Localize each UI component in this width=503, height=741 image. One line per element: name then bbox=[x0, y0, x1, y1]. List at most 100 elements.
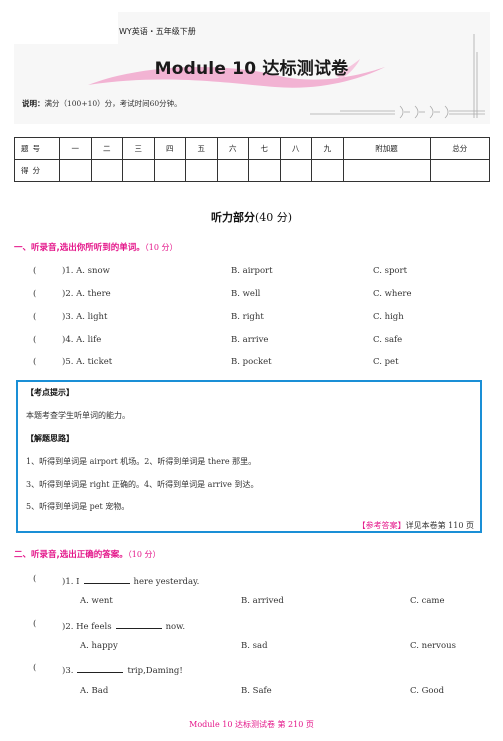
answer-reference-label: 【参考答案】 bbox=[357, 521, 406, 530]
instructions-label: 说明： bbox=[22, 99, 45, 108]
tip-solution-line: 3、听得到单词是 right 正确的。4、听得到单词是 arrive 到达。 bbox=[26, 480, 259, 489]
question-stem: )2. He feels now. bbox=[62, 619, 185, 632]
column-header: 二 bbox=[90, 137, 123, 160]
column-header: 六 bbox=[216, 137, 249, 160]
question-option-b: B. Safe bbox=[241, 686, 272, 696]
question-option-c: C. came bbox=[410, 596, 445, 606]
score-table: 题号 一 二 三 四 五 六 七 八 九 附加题 总分 得分 bbox=[14, 137, 491, 182]
row-label-score: 得分 bbox=[14, 159, 60, 182]
question-option-a: )2. A. there bbox=[62, 289, 111, 299]
question-option-b: B. pocket bbox=[231, 357, 272, 367]
question-option-a: )1. A. snow bbox=[62, 266, 110, 276]
column-header: 附加题 bbox=[342, 137, 431, 160]
column-header: 七 bbox=[248, 137, 281, 160]
tip-solution-line: 1、听得到单词是 airport 机场。2、听得到单词是 there 那里。 bbox=[26, 457, 257, 466]
instructions: 说明：满分（100+10）分，考试时间60分钟。 bbox=[22, 98, 182, 109]
list-item: ( )1. A. snow B. airport C. sport bbox=[0, 266, 503, 280]
answer-paren-open[interactable]: ( bbox=[33, 335, 36, 345]
answer-paren-open[interactable]: ( bbox=[33, 574, 36, 584]
answer-paren-open[interactable]: ( bbox=[33, 312, 36, 322]
series-label: WY英语・五年级下册 bbox=[119, 27, 196, 36]
question-option-b: B. sad bbox=[241, 641, 268, 651]
score-cell[interactable] bbox=[216, 159, 249, 182]
question-stem: )1. Ihere yesterday. bbox=[62, 574, 199, 587]
score-cell[interactable] bbox=[90, 159, 123, 182]
list-item: ( )2. He feels now. bbox=[0, 619, 503, 633]
score-cell[interactable] bbox=[185, 159, 218, 182]
list-item: ( )4. A. life B. arrive C. safe bbox=[0, 335, 503, 349]
column-header: 三 bbox=[122, 137, 155, 160]
question-option-c: C. safe bbox=[373, 335, 403, 345]
question-option-c: C. pet bbox=[373, 357, 399, 367]
row-label-question-number: 题号 bbox=[14, 137, 60, 160]
question-option-b: B. arrive bbox=[231, 335, 269, 345]
answer-paren-open[interactable]: ( bbox=[33, 619, 36, 629]
list-item: ( )3. A. light B. right C. high bbox=[0, 312, 503, 326]
answer-paren-open[interactable]: ( bbox=[33, 663, 36, 673]
question-option-b: B. airport bbox=[231, 266, 273, 276]
tip-key-point-text: 本题考查学生听单词的能力。 bbox=[26, 411, 130, 420]
tip-label-key-point: 【考点提示】 bbox=[26, 388, 74, 397]
question-option-c: C. sport bbox=[373, 266, 408, 276]
question-option-a: )5. A. ticket bbox=[62, 357, 113, 367]
corner-line-decoration bbox=[310, 34, 485, 119]
answer-blank[interactable] bbox=[115, 619, 162, 629]
score-cell[interactable] bbox=[279, 159, 312, 182]
question-option-c: C. high bbox=[373, 312, 404, 322]
section-title-text: 听力部分 bbox=[210, 211, 255, 224]
section-title: 听力部分(40 分) bbox=[0, 209, 503, 225]
page-footer: Module 10 达标测试卷 第 210 页 bbox=[189, 720, 314, 729]
answer-reference-text: 详见本卷第 110 页 bbox=[405, 521, 474, 530]
answer-blank[interactable] bbox=[77, 663, 124, 673]
column-header: 四 bbox=[153, 137, 186, 160]
question-option-c: C. where bbox=[373, 289, 412, 299]
column-header: 总分 bbox=[429, 137, 491, 160]
list-item: ( )5. A. ticket B. pocket C. pet bbox=[0, 357, 503, 371]
part2-points: （10 分） bbox=[127, 550, 161, 559]
question-option-a: A. went bbox=[80, 596, 113, 606]
list-item: ( )1. Ihere yesterday. bbox=[0, 574, 503, 588]
tip-solution-line: 5、听得到单词是 pet 宠物。 bbox=[26, 502, 130, 511]
list-item: A. went B. arrived C. came bbox=[0, 596, 503, 610]
question-option-a: A. happy bbox=[80, 641, 118, 651]
question-option-a: )3. A. light bbox=[62, 312, 108, 322]
answer-reference: 【参考答案】详见本卷第 110 页 bbox=[358, 520, 474, 531]
question-option-b: B. arrived bbox=[241, 596, 284, 606]
score-cell[interactable] bbox=[248, 159, 281, 182]
score-cell[interactable] bbox=[59, 159, 92, 182]
answer-paren-open[interactable]: ( bbox=[33, 289, 36, 299]
score-table-header-row: 题号 一 二 三 四 五 六 七 八 九 附加题 总分 bbox=[14, 137, 491, 160]
list-item: ( )3. trip,Daming! bbox=[0, 663, 503, 677]
tip-label-solution: 【解题思路】 bbox=[26, 434, 74, 443]
column-header: 八 bbox=[279, 137, 312, 160]
column-header: 五 bbox=[185, 137, 218, 160]
answer-paren-open[interactable]: ( bbox=[33, 266, 36, 276]
question-option-c: C. Good bbox=[410, 686, 445, 696]
tip-box: 【考点提示】 本题考查学生听单词的能力。 【解题思路】 1、听得到单词是 air… bbox=[16, 380, 482, 533]
list-item: A. Bad B. Safe C. Good bbox=[0, 686, 503, 700]
answer-blank[interactable] bbox=[83, 574, 130, 584]
score-cell[interactable] bbox=[429, 159, 491, 182]
score-cell[interactable] bbox=[311, 159, 344, 182]
score-cell[interactable] bbox=[342, 159, 431, 182]
column-header: 九 bbox=[311, 137, 344, 160]
answer-paren-open[interactable]: ( bbox=[33, 357, 36, 367]
question-option-a: )4. A. life bbox=[62, 335, 102, 345]
part1-heading: 一、听录音,选出你所听到的单词。（10 分） bbox=[14, 241, 177, 253]
part1-heading-text: 一、听录音,选出你所听到的单词。 bbox=[14, 243, 145, 253]
question-option-a: A. Bad bbox=[80, 686, 109, 696]
section-points: (40 分) bbox=[254, 211, 293, 224]
score-cell[interactable] bbox=[153, 159, 186, 182]
part1-points: （10 分） bbox=[144, 243, 178, 252]
question-stem: )3. trip,Daming! bbox=[62, 663, 183, 676]
list-item: A. happy B. sad C. nervous bbox=[0, 641, 503, 655]
score-cell[interactable] bbox=[122, 159, 155, 182]
question-option-b: B. well bbox=[231, 289, 261, 299]
instructions-text: 满分（100+10）分，考试时间60分钟。 bbox=[44, 99, 182, 108]
column-header: 一 bbox=[59, 137, 92, 160]
part2-heading-text: 二、听录音,选出正确的答案。 bbox=[14, 550, 128, 560]
question-option-b: B. right bbox=[231, 312, 264, 322]
question-option-c: C. nervous bbox=[410, 641, 456, 651]
part2-heading: 二、听录音,选出正确的答案。（10 分） bbox=[14, 548, 160, 560]
score-table-score-row: 得分 bbox=[14, 159, 491, 182]
